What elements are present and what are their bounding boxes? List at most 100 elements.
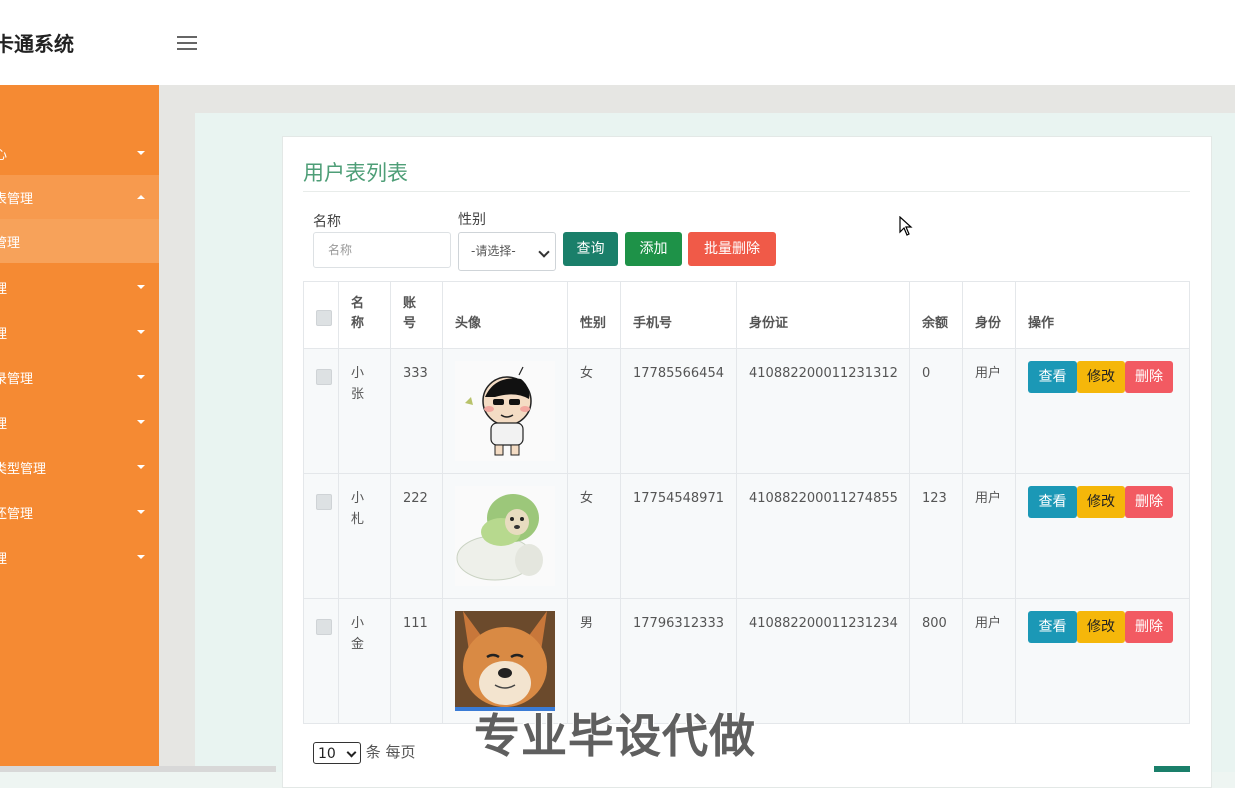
name-line: 金: [351, 637, 365, 652]
row-checkbox[interactable]: [316, 619, 332, 635]
view-button[interactable]: 查看: [1028, 486, 1077, 518]
role-cell: 用户: [962, 348, 1016, 474]
gender-value: 男: [580, 616, 594, 631]
caret-up-icon: [137, 195, 145, 199]
page-size-select[interactable]: 10: [313, 741, 361, 764]
hamburger-icon[interactable]: [175, 33, 199, 53]
col-header-phone: 手机号: [620, 281, 737, 349]
cabbage-dog-avatar: [455, 486, 555, 586]
name-cell: 小札: [338, 473, 391, 599]
role-value: 用户: [975, 366, 1002, 381]
sidebar-item-7[interactable]: 理: [0, 400, 159, 444]
table-header-row: 名称 账号 头像 性别 手机号 身份证 余额 身份 操作: [303, 281, 1190, 349]
gender-label: 性别: [458, 212, 486, 228]
sidebar-item-5[interactable]: 理: [0, 310, 159, 354]
name-line: 小: [351, 491, 365, 506]
view-button[interactable]: 查看: [1028, 611, 1077, 643]
row-checkbox[interactable]: [316, 369, 332, 385]
idcard-value: 410882200011274855: [749, 491, 898, 506]
sidebar-item-label: 录管理: [0, 372, 34, 387]
gender-select[interactable]: -请选择-: [458, 232, 556, 271]
pager-button-partial[interactable]: [1154, 766, 1190, 772]
gender-cell: 女: [567, 348, 621, 474]
delete-button[interactable]: 删除: [1125, 611, 1173, 643]
sidebar-item-label: 理: [0, 282, 8, 297]
batch-delete-button[interactable]: 批量删除: [688, 232, 776, 266]
balance-cell: 123: [909, 473, 963, 599]
watermark-overlay: 专业毕设代做: [474, 709, 756, 763]
gender-value: 女: [580, 491, 594, 506]
sidebar-item-table-manage[interactable]: 表管理: [0, 175, 159, 219]
sidebar-subitem-manage[interactable]: 管理: [0, 219, 159, 263]
edit-button[interactable]: 修改: [1077, 361, 1125, 393]
col-header-account: 账号: [390, 281, 443, 349]
col-header-balance-label: 余额: [922, 316, 949, 331]
col-header-avatar: 头像: [442, 281, 568, 349]
row-select-cell: [303, 598, 339, 724]
sidebar-item-label: 心: [0, 148, 8, 163]
caret-down-icon: [137, 465, 145, 469]
col-header-actions-label: 操作: [1028, 316, 1055, 331]
page-size-suffix: 条 每页: [365, 743, 416, 761]
caret-down-icon: [137, 151, 145, 155]
actions-cell: 查看 修改 删除: [1015, 598, 1190, 724]
horizontal-scrollbar[interactable]: [0, 766, 276, 772]
role-value: 用户: [975, 491, 1002, 506]
view-button[interactable]: 查看: [1028, 361, 1077, 393]
avatar-cell: [442, 473, 568, 599]
table-row: 小张 333 女 17785566454 410882200011231312 …: [303, 348, 1190, 474]
role-value: 用户: [975, 616, 1002, 631]
cartoon-boy-avatar: [455, 361, 555, 461]
row-checkbox[interactable]: [316, 494, 332, 510]
title-divider: [303, 191, 1190, 192]
actions-cell: 查看 修改 删除: [1015, 473, 1190, 599]
col-account-line2: 号: [403, 316, 417, 331]
account-value: 222: [403, 491, 428, 506]
chevron-down-icon: [346, 747, 357, 757]
name-search-input[interactable]: 名称: [313, 232, 451, 268]
sidebar-item-label: 还管理: [0, 507, 34, 522]
phone-cell: 17785566454: [620, 348, 737, 474]
col-header-role: 身份: [962, 281, 1016, 349]
col-header-phone-label: 手机号: [633, 316, 673, 331]
select-all-checkbox[interactable]: [316, 310, 332, 326]
phone-value: 17785566454: [633, 366, 724, 381]
sidebar-item-records[interactable]: 录管理: [0, 355, 159, 399]
sidebar-item-center[interactable]: 心: [0, 131, 159, 175]
account-value: 333: [403, 366, 428, 381]
query-button[interactable]: 查询: [563, 232, 618, 266]
delete-button[interactable]: 删除: [1125, 361, 1173, 393]
shiba-dog-avatar: [455, 611, 555, 711]
name-label: 名称: [313, 214, 341, 230]
app-title: 卡通系统: [0, 32, 74, 56]
delete-button[interactable]: 删除: [1125, 486, 1173, 518]
name-line: 小: [351, 616, 365, 631]
caret-down-icon: [137, 330, 145, 334]
account-cell: 111: [390, 598, 443, 724]
sidebar-item-label: 管理: [0, 236, 21, 251]
sidebar-item-4[interactable]: 理: [0, 265, 159, 309]
caret-down-icon: [137, 420, 145, 424]
caret-down-icon: [137, 375, 145, 379]
role-cell: 用户: [962, 598, 1016, 724]
name-line: 张: [351, 387, 365, 402]
add-button[interactable]: 添加: [625, 232, 682, 266]
sidebar-item-returns[interactable]: 还管理: [0, 490, 159, 534]
actions-cell: 查看 修改 删除: [1015, 348, 1190, 474]
idcard-cell: 410882200011231312: [736, 348, 910, 474]
mouse-cursor-icon: [899, 216, 913, 236]
gender-value: 女: [580, 366, 594, 381]
col-header-idcard: 身份证: [736, 281, 910, 349]
name-cell: 小金: [338, 598, 391, 724]
role-cell: 用户: [962, 473, 1016, 599]
account-cell: 222: [390, 473, 443, 599]
edit-button[interactable]: 修改: [1077, 486, 1125, 518]
sidebar-item-types[interactable]: 类型管理: [0, 445, 159, 489]
edit-button[interactable]: 修改: [1077, 611, 1125, 643]
phone-cell: 17754548971: [620, 473, 737, 599]
sidebar-item-label: 理: [0, 552, 8, 567]
account-cell: 333: [390, 348, 443, 474]
sidebar-item-10[interactable]: 理: [0, 535, 159, 579]
balance-value: 800: [922, 616, 947, 631]
col-header-gender-label: 性别: [580, 316, 607, 331]
